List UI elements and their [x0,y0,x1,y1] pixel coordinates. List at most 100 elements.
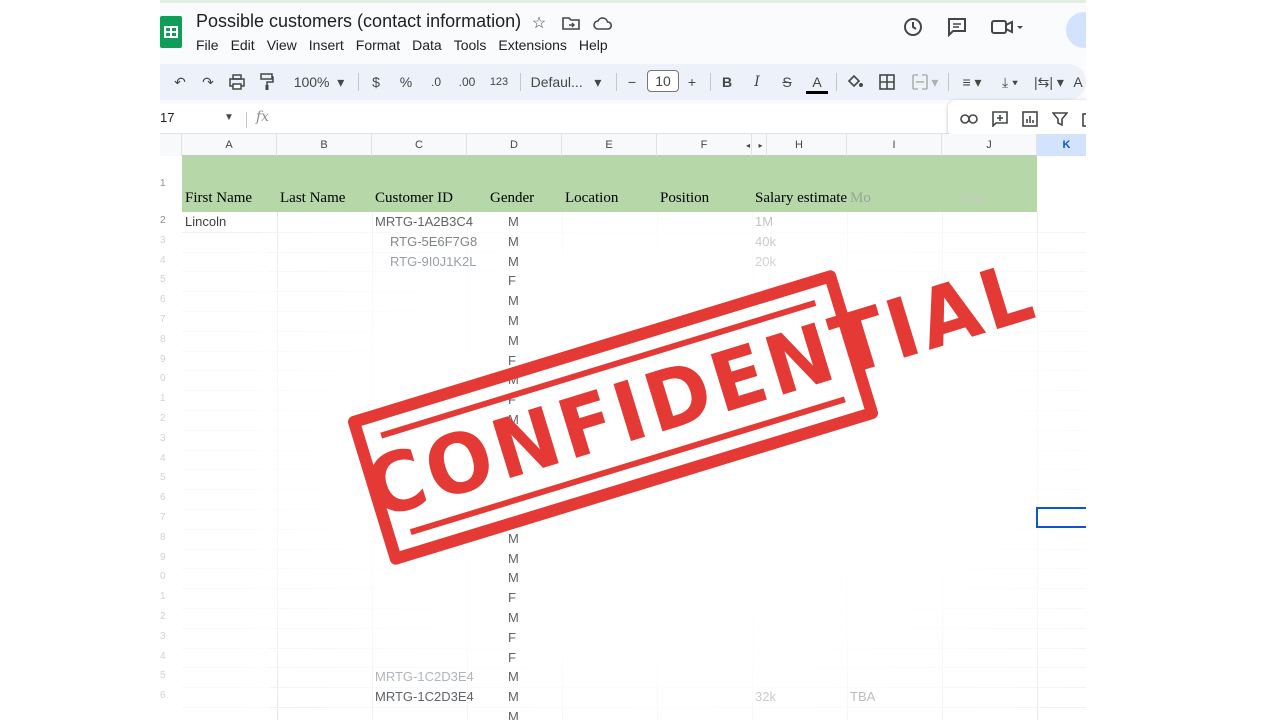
cell-h2[interactable]: 1M [755,214,773,229]
gender-cell[interactable]: M [508,313,519,328]
menu-help[interactable]: Help [579,36,614,54]
star-icon[interactable]: ☆ [528,12,550,34]
filter-views-icon[interactable] [1082,110,1086,128]
fx-label: fx [256,109,270,125]
gender-cell[interactable]: M [508,709,519,720]
comments-icon[interactable] [944,14,970,40]
column-header-i[interactable]: I [847,134,942,156]
column-headers: A B C D E F ◂ ▸ H I J K [160,134,1086,156]
column-header-h[interactable]: H [752,134,847,156]
gender-cell[interactable]: M [508,689,519,704]
column-header-a[interactable]: A [182,134,277,156]
account-avatar[interactable] [1066,12,1086,48]
gender-cell[interactable]: M [508,234,519,249]
borders-icon[interactable] [876,70,898,94]
fill-color-icon[interactable] [844,70,866,94]
select-all-corner[interactable] [160,134,182,156]
text-wrapping-icon[interactable]: |⇆| ▾ [1032,70,1066,94]
gender-cell[interactable]: M [508,333,519,348]
gender-cell[interactable]: M [508,610,519,625]
text-color-swatch [806,91,828,94]
font-select[interactable]: Defaul... ▾ [528,70,604,94]
menu-data[interactable]: Data [412,36,448,54]
text-color-label: A [812,74,822,90]
gender-cell[interactable]: F [508,273,516,288]
zoom-select[interactable]: 100% ▾ [288,70,350,94]
menu-edit[interactable]: Edit [231,36,261,54]
cell-c3[interactable]: RTG-5E6F7G8 [390,234,477,249]
decrease-decimal-button[interactable]: .0 [424,70,448,94]
cell-c4[interactable]: RTG-9I0J1K2L [390,254,476,269]
percent-button[interactable]: % [396,70,416,94]
gender-cell[interactable]: M [508,531,519,546]
print-icon[interactable] [226,70,248,94]
text-rotation-icon[interactable]: A [1070,70,1086,94]
gender-cell[interactable]: M [508,570,519,585]
cloud-status-icon[interactable] [592,12,614,34]
row-number[interactable]: 1 [160,178,182,189]
merge-cells-icon[interactable]: ▾ [908,70,942,94]
gender-cell[interactable]: M [508,214,519,229]
text-color-button[interactable]: A [806,70,828,94]
menu-view[interactable]: View [267,36,303,54]
selected-cell[interactable] [1036,507,1086,528]
bold-button[interactable]: B [716,70,738,94]
increase-decimal-button[interactable]: .00 [454,70,480,94]
vertical-align-icon[interactable]: ⤓ ▾ [994,70,1026,94]
gender-cell[interactable]: F [508,650,516,665]
font-size-input[interactable]: 10 [647,70,679,92]
cell-h26[interactable]: 32k [755,689,776,704]
column-header-e[interactable]: E [562,134,657,156]
insert-link-icon[interactable] [960,110,978,128]
gender-cell[interactable]: M [508,293,519,308]
document-title[interactable]: Possible customers (contact information) [196,11,521,32]
strikethrough-button[interactable]: S [776,70,798,94]
cell-c25[interactable]: MRTG-1C2D3E4 [375,669,474,684]
column-header-d[interactable]: D [467,134,562,156]
blur-overlay-left [160,234,270,720]
column-header-b[interactable]: B [277,134,372,156]
font-size-increase-button[interactable]: + [682,70,702,94]
move-folder-icon[interactable] [560,12,582,34]
number-format-button[interactable]: 123 [486,70,512,94]
currency-button[interactable]: $ [366,70,386,94]
cell-i26[interactable]: TBA [850,689,875,704]
italic-button[interactable]: I [746,70,768,94]
font-size-decrease-button[interactable]: − [622,70,642,94]
cell-h3[interactable]: 40k [755,234,776,249]
menu-bar: File Edit View Insert Format Data Tools … [196,36,620,54]
column-header-j[interactable]: J [942,134,1037,156]
cell-c2[interactable]: MRTG-1A2B3C4 [375,214,473,229]
version-history-icon[interactable] [900,14,926,40]
menu-extensions[interactable]: Extensions [498,36,572,54]
menu-tools[interactable]: Tools [454,36,493,54]
paint-format-icon[interactable] [256,70,278,94]
window-top-edge [160,0,1086,3]
cell-a2[interactable]: Lincoln [185,214,226,229]
insert-chart-icon[interactable] [1022,110,1038,128]
filter-icon[interactable] [1052,110,1068,128]
horizontal-align-icon[interactable]: ≡ ▾ [956,70,988,94]
menu-file[interactable]: File [196,36,225,54]
gender-cell[interactable]: F [508,590,516,605]
gender-cell[interactable]: M [508,551,519,566]
font-value: Defaul... [530,74,583,90]
undo-icon[interactable]: ↶ [170,70,190,94]
column-header-f[interactable]: F [657,134,752,156]
gender-cell[interactable]: M [508,254,519,269]
cell-h4[interactable]: 20k [755,254,776,269]
menu-insert[interactable]: Insert [309,36,350,54]
column-header-c[interactable]: C [372,134,467,156]
redo-icon[interactable]: ↷ [198,70,218,94]
name-box-dropdown-icon[interactable]: ▼ [224,112,234,123]
cell-c26[interactable]: MRTG-1C2D3E4 [375,689,474,704]
row-number[interactable]: 2 [160,215,182,226]
gender-cell[interactable]: F [508,630,516,645]
column-header-k[interactable]: K [1037,134,1086,156]
sheets-logo-icon[interactable] [160,16,182,48]
insert-comment-icon[interactable] [992,110,1008,128]
meet-icon[interactable] [988,14,1028,40]
menu-format[interactable]: Format [356,36,406,54]
zoom-value: 100% [293,74,330,90]
gender-cell[interactable]: M [508,669,519,684]
